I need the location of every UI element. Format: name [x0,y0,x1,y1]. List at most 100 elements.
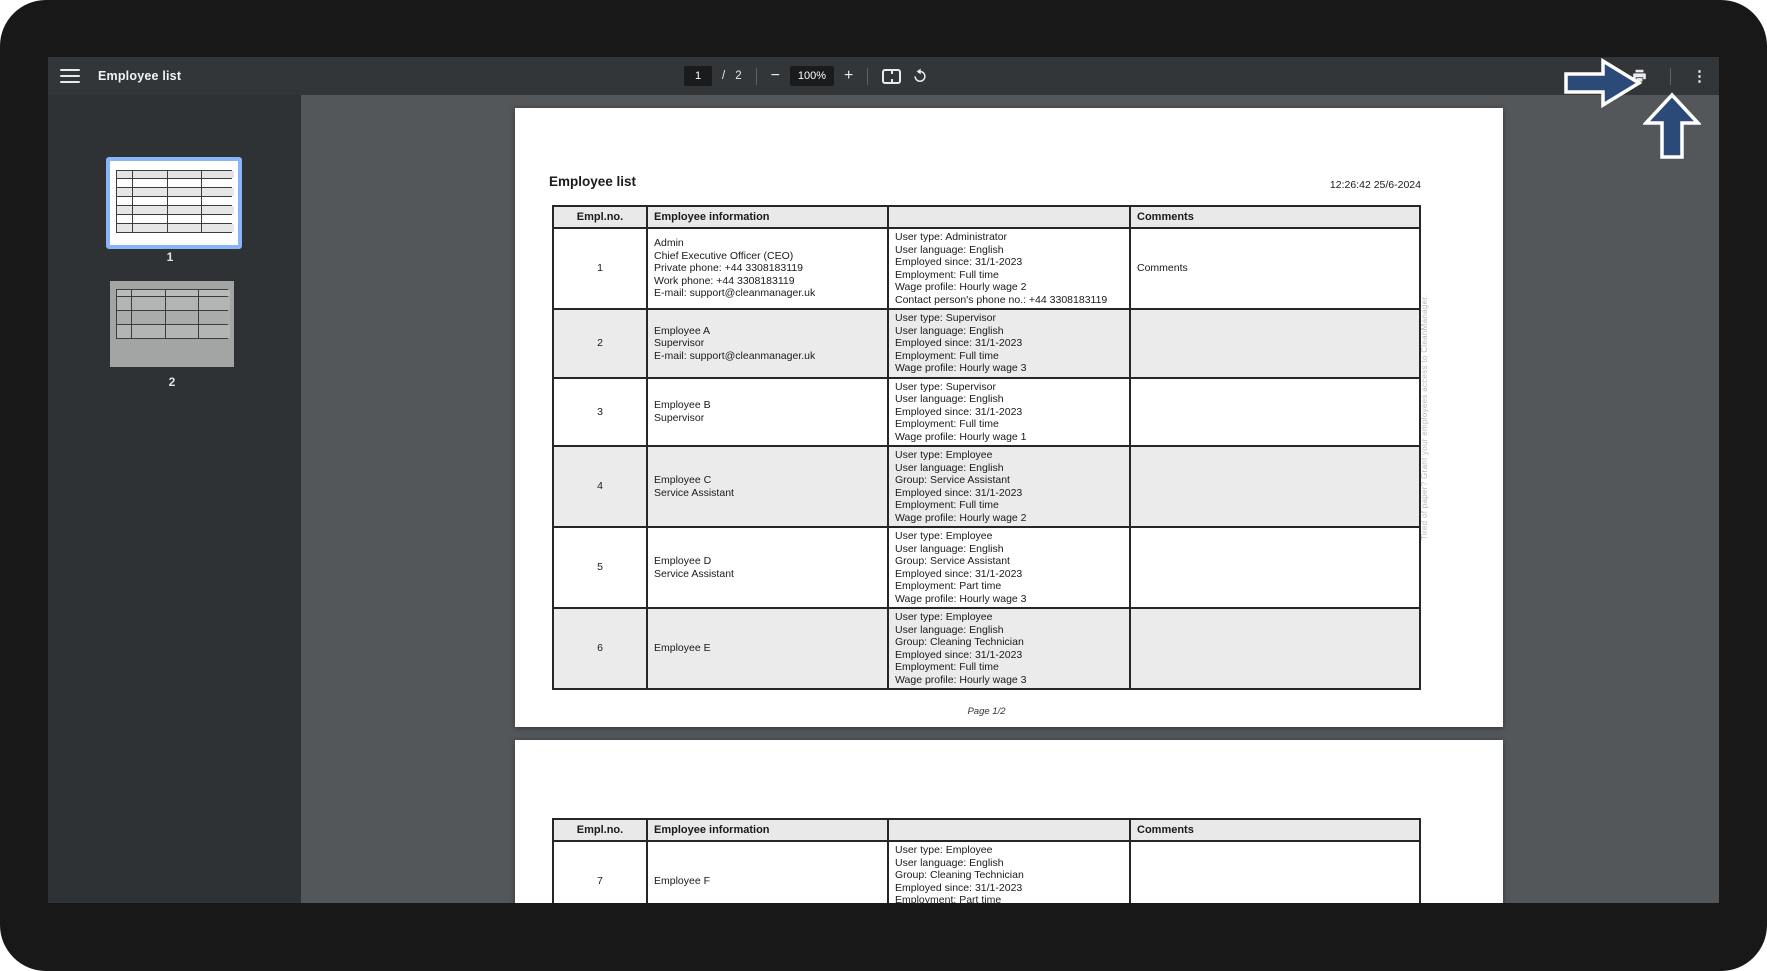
page-thumbnail-1[interactable] [106,157,242,249]
zoom-in-button[interactable]: + [844,68,853,84]
cell-line: User language: English [895,462,1125,475]
cell-employee-details: User type: EmployeeUser language: Englis… [887,528,1129,607]
cell-line: User type: Employee [895,449,1125,462]
toolbar-divider [756,68,757,85]
thumbnail-2-label: 2 [108,375,236,389]
cell-employee-info: AdminChief Executive Officer (CEO)Privat… [646,229,887,308]
cell-line: Wage profile: Hourly wage 3 [895,674,1125,687]
cell-line: Employment: Full time [895,350,1125,363]
menu-button[interactable] [60,69,80,83]
cell-employee-number: 3 [554,379,646,446]
cell-line: Employee F [654,875,883,888]
column-header: Employee information [646,207,887,227]
cell-employee-details: User type: AdministratorUser language: E… [887,229,1129,308]
column-header [887,820,1129,840]
cell-comments [1129,447,1419,526]
printer-icon [1630,67,1649,86]
column-header [887,207,1129,227]
rotate-button[interactable] [911,67,929,85]
cell-line: Employment: Full time [895,418,1125,431]
column-header: Comments [1129,207,1419,227]
cell-line: User type: Supervisor [895,381,1125,394]
toolbar-divider [867,68,868,85]
download-button[interactable] [1594,67,1613,86]
cell-line: User type: Employee [895,844,1125,857]
page-divider: / [722,70,725,82]
cell-line: User type: Employee [895,611,1125,624]
pdf-page-1: Employee list 12:26:42 25/6-2024 Empl.no… [515,108,1503,727]
cell-line: Employed since: 31/1-2023 [895,256,1125,269]
cell-line: Group: Service Assistant [895,474,1125,487]
zoom-level-input[interactable] [790,66,834,86]
cell-line: User language: English [895,244,1125,257]
document-title: Employee list [98,69,181,83]
cell-line: User type: Administrator [895,231,1125,244]
cell-line: Private phone: +44 3308183119 [654,262,883,275]
column-header: Empl.no. [554,207,646,227]
hamburger-menu-icon [60,69,80,71]
cell-line: Group: Cleaning Technician [895,869,1125,882]
cell-comments [1129,310,1419,377]
cell-employee-details: User type: EmployeeUser language: Englis… [887,842,1129,903]
table-row: 3Employee BSupervisorUser type: Supervis… [554,377,1419,446]
table-row: 7Employee FUser type: EmployeeUser langu… [554,840,1419,903]
cell-line: Wage profile: Hourly wage 3 [895,593,1125,606]
cell-employee-number: 1 [554,229,646,308]
cell-line: User language: English [895,325,1125,338]
employee-table-page1: Empl.no.Employee informationComments1Adm… [552,205,1421,690]
cell-line: User language: English [895,624,1125,637]
cell-line: E-mail: support@cleanmanager.uk [654,350,883,363]
cell-employee-info: Employee CService Assistant [646,447,887,526]
cell-employee-details: User type: SupervisorUser language: Engl… [887,310,1129,377]
thumbnail-table-graphic [116,170,232,233]
print-button[interactable] [1630,67,1649,86]
cell-line: Service Assistant [654,568,883,581]
cell-line: Wage profile: Hourly wage 3 [895,362,1125,375]
fit-to-page-button[interactable] [882,69,901,84]
table-row: 6Employee EUser type: EmployeeUser langu… [554,607,1419,688]
rotate-counterclockwise-icon [911,67,929,85]
cell-line: Employment: Full time [895,499,1125,512]
cell-employee-details: User type: EmployeeUser language: Englis… [887,609,1129,688]
cell-line: Work phone: +44 3308183119 [654,275,883,288]
page-count: 2 [735,70,741,82]
toolbar-divider [1670,68,1671,85]
thumbnail-sidebar: 1 2 [48,95,301,903]
cell-line: E-mail: support@cleanmanager.uk [654,287,883,300]
cell-line: Chief Executive Officer (CEO) [654,250,883,263]
table-row: 1AdminChief Executive Officer (CEO)Priva… [554,227,1419,308]
cell-line: Employee B [654,399,883,412]
more-actions-button[interactable]: ⋮ [1692,67,1707,85]
cell-line: Service Assistant [654,487,883,500]
cell-employee-info: Employee F [646,842,887,903]
table-header-row: Empl.no.Employee information Comments [554,207,1419,227]
pdf-toolbar: Employee list / 2 − + [48,57,1719,95]
cell-line: User language: English [895,857,1125,870]
cell-line: Admin [654,237,883,250]
page-number-input[interactable] [684,66,712,86]
zoom-out-button[interactable]: − [771,68,780,84]
cell-line: Supervisor [654,337,883,350]
cell-comments: Comments [1129,229,1419,308]
cell-line: User language: English [895,393,1125,406]
watermark-side-note: Tired of paper? Grant your employees acc… [1420,295,1429,540]
cell-line: Employee E [654,642,883,655]
cell-line: Employment: Full time [895,661,1125,674]
column-header: Comments [1129,820,1419,840]
page-thumbnail-2[interactable] [110,281,234,367]
cell-line: Employment: Part time [895,894,1125,903]
cell-line: Wage profile: Hourly wage 1 [895,431,1125,444]
column-header: Empl.no. [554,820,646,840]
hamburger-menu-icon [60,75,80,77]
cell-employee-number: 5 [554,528,646,607]
column-header: Employee information [646,820,887,840]
cell-comments [1129,528,1419,607]
cell-line: Employee D [654,555,883,568]
cell-line: Employed since: 31/1-2023 [895,568,1125,581]
cell-line: Employee C [654,474,883,487]
cell-line: Employed since: 31/1-2023 [895,337,1125,350]
cell-employee-info: Employee ASupervisorE-mail: support@clea… [646,310,887,377]
cell-line: User type: Supervisor [895,312,1125,325]
employee-table-page2: Empl.no.Employee informationComments7Emp… [552,818,1421,903]
cell-comments [1129,609,1419,688]
